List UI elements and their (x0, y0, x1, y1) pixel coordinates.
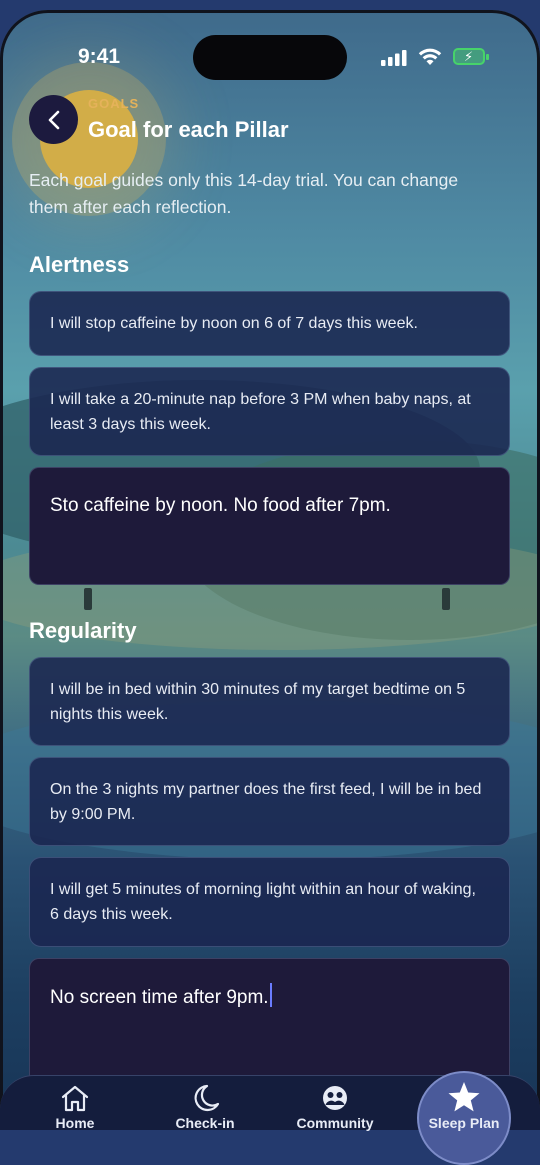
back-button[interactable] (29, 95, 78, 144)
status-time: 9:41 (78, 45, 121, 68)
section-title-alertness: Alertness (29, 252, 130, 277)
moon-icon (194, 1084, 220, 1112)
bench-leg-illustration (442, 588, 450, 610)
goal-option[interactable]: I will be in bed within 30 minutes of my… (29, 657, 510, 746)
section-eyebrow: GOALS (88, 96, 140, 111)
text-cursor (269, 983, 272, 1007)
goal-option[interactable]: I will stop caffeine by noon on 6 of 7 d… (29, 291, 510, 356)
charging-bolt-icon: ⚡ (464, 49, 474, 64)
battery-icon: ⚡ (453, 48, 489, 65)
goal-option-text: I will take a 20-minute nap before 3 PM … (50, 390, 471, 433)
goal-option-text: I will stop caffeine by noon on 6 of 7 d… (50, 315, 418, 332)
goal-option-text: I will be in bed within 30 minutes of my… (50, 680, 466, 723)
custom-goal-input[interactable]: No screen time after 9pm. (29, 958, 510, 1088)
cellular-signal-icon (381, 50, 407, 66)
dynamic-island (193, 35, 347, 80)
page-title: Goal for each Pillar (88, 117, 289, 142)
goal-option[interactable]: On the 3 nights my partner does the firs… (29, 757, 510, 846)
tab-home[interactable]: Home (15, 1075, 135, 1131)
goal-option[interactable]: I will get 5 minutes of morning light wi… (29, 857, 510, 947)
tab-check-in[interactable]: Check-in (145, 1075, 265, 1131)
intro-text: Each goal guides only this 14-day trial.… (29, 170, 459, 217)
goal-option-text: I will get 5 minutes of morning light wi… (50, 881, 476, 923)
goal-option[interactable]: I will take a 20-minute nap before 3 PM … (29, 367, 510, 456)
goal-option-text: On the 3 nights my partner does the firs… (50, 780, 482, 823)
custom-goal-text: No screen time after 9pm. (50, 987, 269, 1008)
status-icons: ⚡ (381, 47, 493, 69)
wifi-icon (418, 48, 442, 65)
star-icon (448, 1082, 480, 1112)
community-icon (323, 1086, 347, 1110)
tab-sleep-plan[interactable]: Sleep Plan (404, 1075, 524, 1131)
bench-leg-illustration (84, 588, 92, 610)
custom-goal-input[interactable]: Sto caffeine by noon. No food after 7pm. (29, 467, 510, 585)
custom-goal-text: Sto caffeine by noon. No food after 7pm. (50, 495, 391, 516)
chevron-left-icon (48, 110, 59, 129)
home-icon (61, 1085, 89, 1112)
tab-community[interactable]: Community (275, 1075, 395, 1131)
section-title-regularity: Regularity (29, 618, 137, 643)
